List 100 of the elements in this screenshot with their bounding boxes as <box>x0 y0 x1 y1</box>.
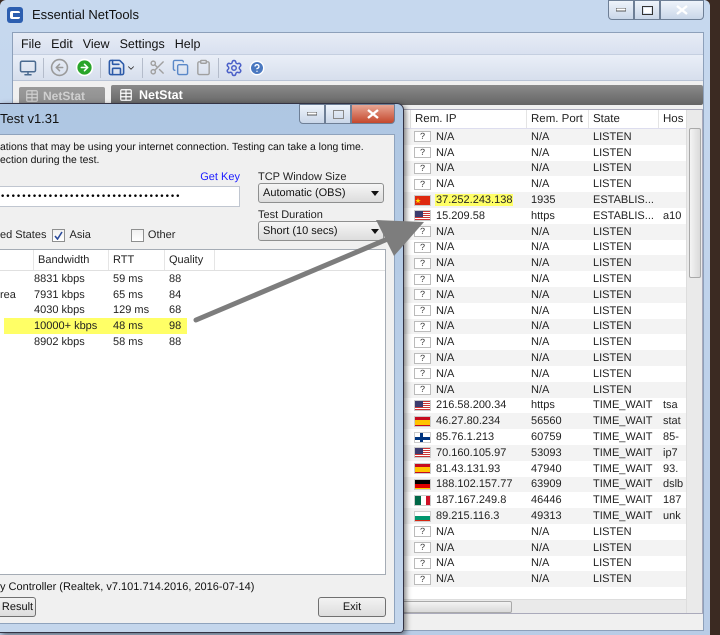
unknown-flag-icon: ? <box>414 336 431 348</box>
ip-text: N/A <box>435 288 456 301</box>
state-text: LISTEN <box>592 273 633 286</box>
port-text: N/A <box>530 368 550 380</box>
rtt-text: 59 ms <box>112 272 144 285</box>
ip-text: N/A <box>435 526 456 538</box>
host-text: unk <box>662 510 682 522</box>
port-text: 63909 <box>530 478 563 490</box>
unknown-flag-icon: ? <box>414 305 431 316</box>
status-text: y Controller (Realtek, v7.101.714.2016, 2016-07-14) <box>0 581 256 593</box>
bandwidth-text: 4030 kbps <box>33 304 86 316</box>
ip-text: N/A <box>435 542 456 554</box>
host-text: 187 <box>662 494 682 506</box>
state-text: TIME_WAIT <box>592 510 654 522</box>
unknown-flag-icon: ? <box>414 242 431 253</box>
ip-text: 46.27.80.234 <box>435 415 502 428</box>
unknown-flag-icon: ? <box>414 384 431 396</box>
ip-text: 187.167.249.8 <box>435 494 508 506</box>
state-text: LISTEN <box>592 368 633 380</box>
port-text: N/A <box>530 304 550 317</box>
port-text: 53093 <box>530 446 563 459</box>
ip-text: 89.215.116.3 <box>435 510 500 522</box>
port-text: N/A <box>530 273 550 286</box>
ip-text: 70.160.105.97 <box>435 446 508 459</box>
port-text: N/A <box>530 542 550 554</box>
ip-text: 81.43.131.93 <box>435 462 502 475</box>
port-text: 49313 <box>530 510 563 522</box>
port-text: N/A <box>530 226 550 238</box>
rtt-text: 65 ms <box>112 288 144 301</box>
region-label: ed States <box>0 229 46 241</box>
ip-text: N/A <box>435 241 456 254</box>
bandwidth-text: 8831 kbps <box>33 272 86 285</box>
state-text: LISTEN <box>592 162 633 174</box>
port-text: 60759 <box>530 431 563 444</box>
quality-text: 98 <box>168 320 182 332</box>
ip-text: N/A <box>435 573 456 586</box>
sidebar-label: NetStat <box>43 89 86 103</box>
state-text: LISTEN <box>592 557 633 570</box>
state-text: LISTEN <box>592 573 633 586</box>
port-text: N/A <box>530 178 550 190</box>
unknown-flag-icon: ? <box>414 320 431 332</box>
state-text: LISTEN <box>592 384 633 396</box>
ip-text: 188.102.157.77 <box>435 478 514 490</box>
port-text: N/A <box>530 257 550 270</box>
ip-text: N/A <box>435 257 456 270</box>
port-text: N/A <box>530 526 550 538</box>
dialog-title: Test v1.31 <box>0 110 60 128</box>
bandwidth-text: 7931 kbps <box>33 288 86 301</box>
unknown-flag-icon: ? <box>414 542 431 554</box>
port-text: N/A <box>530 336 550 348</box>
notice-text: ection during the test. <box>0 154 100 167</box>
port-text: 47940 <box>530 462 563 475</box>
unknown-flag-icon: ? <box>414 131 431 142</box>
rtt-text: 129 ms <box>112 304 150 316</box>
ip-text: 15.209.58 <box>435 210 486 222</box>
port-text: https <box>530 210 556 222</box>
duration-label: Test Duration <box>258 209 324 221</box>
unknown-flag-icon: ? <box>414 558 431 569</box>
ip-text: 216.58.200.34 <box>435 399 508 412</box>
port-text: N/A <box>530 352 550 364</box>
tcp-window-label: TCP Window Size <box>258 171 348 183</box>
ip-text: N/A <box>435 368 456 380</box>
host-text: 85- <box>662 431 680 444</box>
ip-text: N/A <box>435 320 456 332</box>
ip-text: N/A <box>435 352 456 364</box>
ip-text: N/A <box>435 146 456 159</box>
unknown-flag-icon: ? <box>414 147 431 158</box>
ip-text: N/A <box>435 130 456 143</box>
ip-text: 85.76.1.213 <box>435 431 496 444</box>
port-text: 46446 <box>530 494 563 506</box>
unknown-flag-icon: ? <box>414 289 431 300</box>
ip-text: N/A <box>435 226 456 238</box>
state-text: TIME_WAIT <box>592 462 654 475</box>
ip-text: N/A <box>435 273 456 286</box>
host-text: dslb <box>662 478 684 490</box>
notice-text: ations that may be using your internet connection. Testing can take a long time. <box>0 141 365 154</box>
state-text: LISTEN <box>592 320 633 332</box>
host-text: a10 <box>662 210 682 222</box>
port-text: N/A <box>530 146 550 159</box>
port-text: N/A <box>530 130 550 143</box>
state-text: TIME_WAIT <box>592 431 654 444</box>
state-text: LISTEN <box>592 288 633 301</box>
ip-text: N/A <box>435 304 456 317</box>
unknown-flag-icon: ? <box>414 178 431 190</box>
state-text: LISTEN <box>592 130 633 143</box>
port-text: https <box>530 399 556 412</box>
state-text: LISTEN <box>592 146 633 159</box>
host-text: tsa <box>662 399 679 412</box>
port-text: 56560 <box>530 415 563 428</box>
ip-text: N/A <box>435 557 456 570</box>
unknown-flag-icon: ? <box>414 352 431 364</box>
unknown-flag-icon: ? <box>414 274 431 285</box>
state-text: ESTABLIS... <box>592 194 655 206</box>
state-text: LISTEN <box>592 336 633 348</box>
unknown-flag-icon: ? <box>414 526 431 538</box>
ip-text: 37.252.243.138 <box>435 194 514 206</box>
ip-text: N/A <box>435 336 456 348</box>
state-text: LISTEN <box>592 526 633 538</box>
panel-title: NetStat <box>139 88 183 102</box>
state-text: TIME_WAIT <box>592 446 654 459</box>
